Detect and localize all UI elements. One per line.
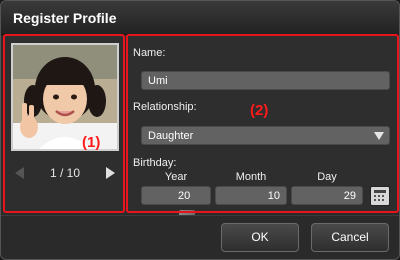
relationship-select[interactable]: Daughter xyxy=(141,126,390,145)
year-input[interactable]: 20 xyxy=(141,186,211,221)
year-value: 20 xyxy=(178,190,191,202)
ok-button[interactable]: OK xyxy=(221,223,299,252)
cancel-button[interactable]: Cancel xyxy=(311,223,389,252)
photo-panel: 1 / 10 xyxy=(3,36,125,213)
photo-navigation: 1 / 10 xyxy=(11,164,119,184)
day-label: Day xyxy=(317,171,337,183)
photo-counter: 1 / 10 xyxy=(49,166,81,180)
day-input[interactable]: 29 xyxy=(291,186,363,205)
birthday-label: Birthday: xyxy=(133,157,177,169)
month-label: Month xyxy=(235,171,267,183)
dropdown-arrow-icon xyxy=(374,132,384,140)
prev-arrow-icon[interactable] xyxy=(15,167,24,179)
child-photo-image xyxy=(13,45,117,149)
relationship-label: Relationship: xyxy=(133,101,197,113)
callout-label-2: (2) xyxy=(250,102,269,119)
profile-form-panel: Name: Umi Relationship: Daughter Birthda… xyxy=(127,36,398,221)
calendar-icon[interactable] xyxy=(370,186,390,206)
next-arrow-icon[interactable] xyxy=(106,167,115,179)
name-input[interactable]: Umi xyxy=(141,71,390,90)
name-label: Name: xyxy=(133,47,166,59)
title-bar: Register Profile xyxy=(1,1,399,35)
year-label: Year xyxy=(164,171,188,183)
relationship-value: Daughter xyxy=(148,130,194,142)
profile-photo xyxy=(11,43,119,151)
register-profile-dialog: Register Profile 1 / 10 Name: Umi Relati… xyxy=(0,0,400,260)
dialog-footer: OK Cancel xyxy=(1,215,399,259)
callout-label-1: (1) xyxy=(82,134,101,151)
dialog-title: Register Profile xyxy=(13,10,117,26)
month-input[interactable]: 10 xyxy=(215,186,287,205)
